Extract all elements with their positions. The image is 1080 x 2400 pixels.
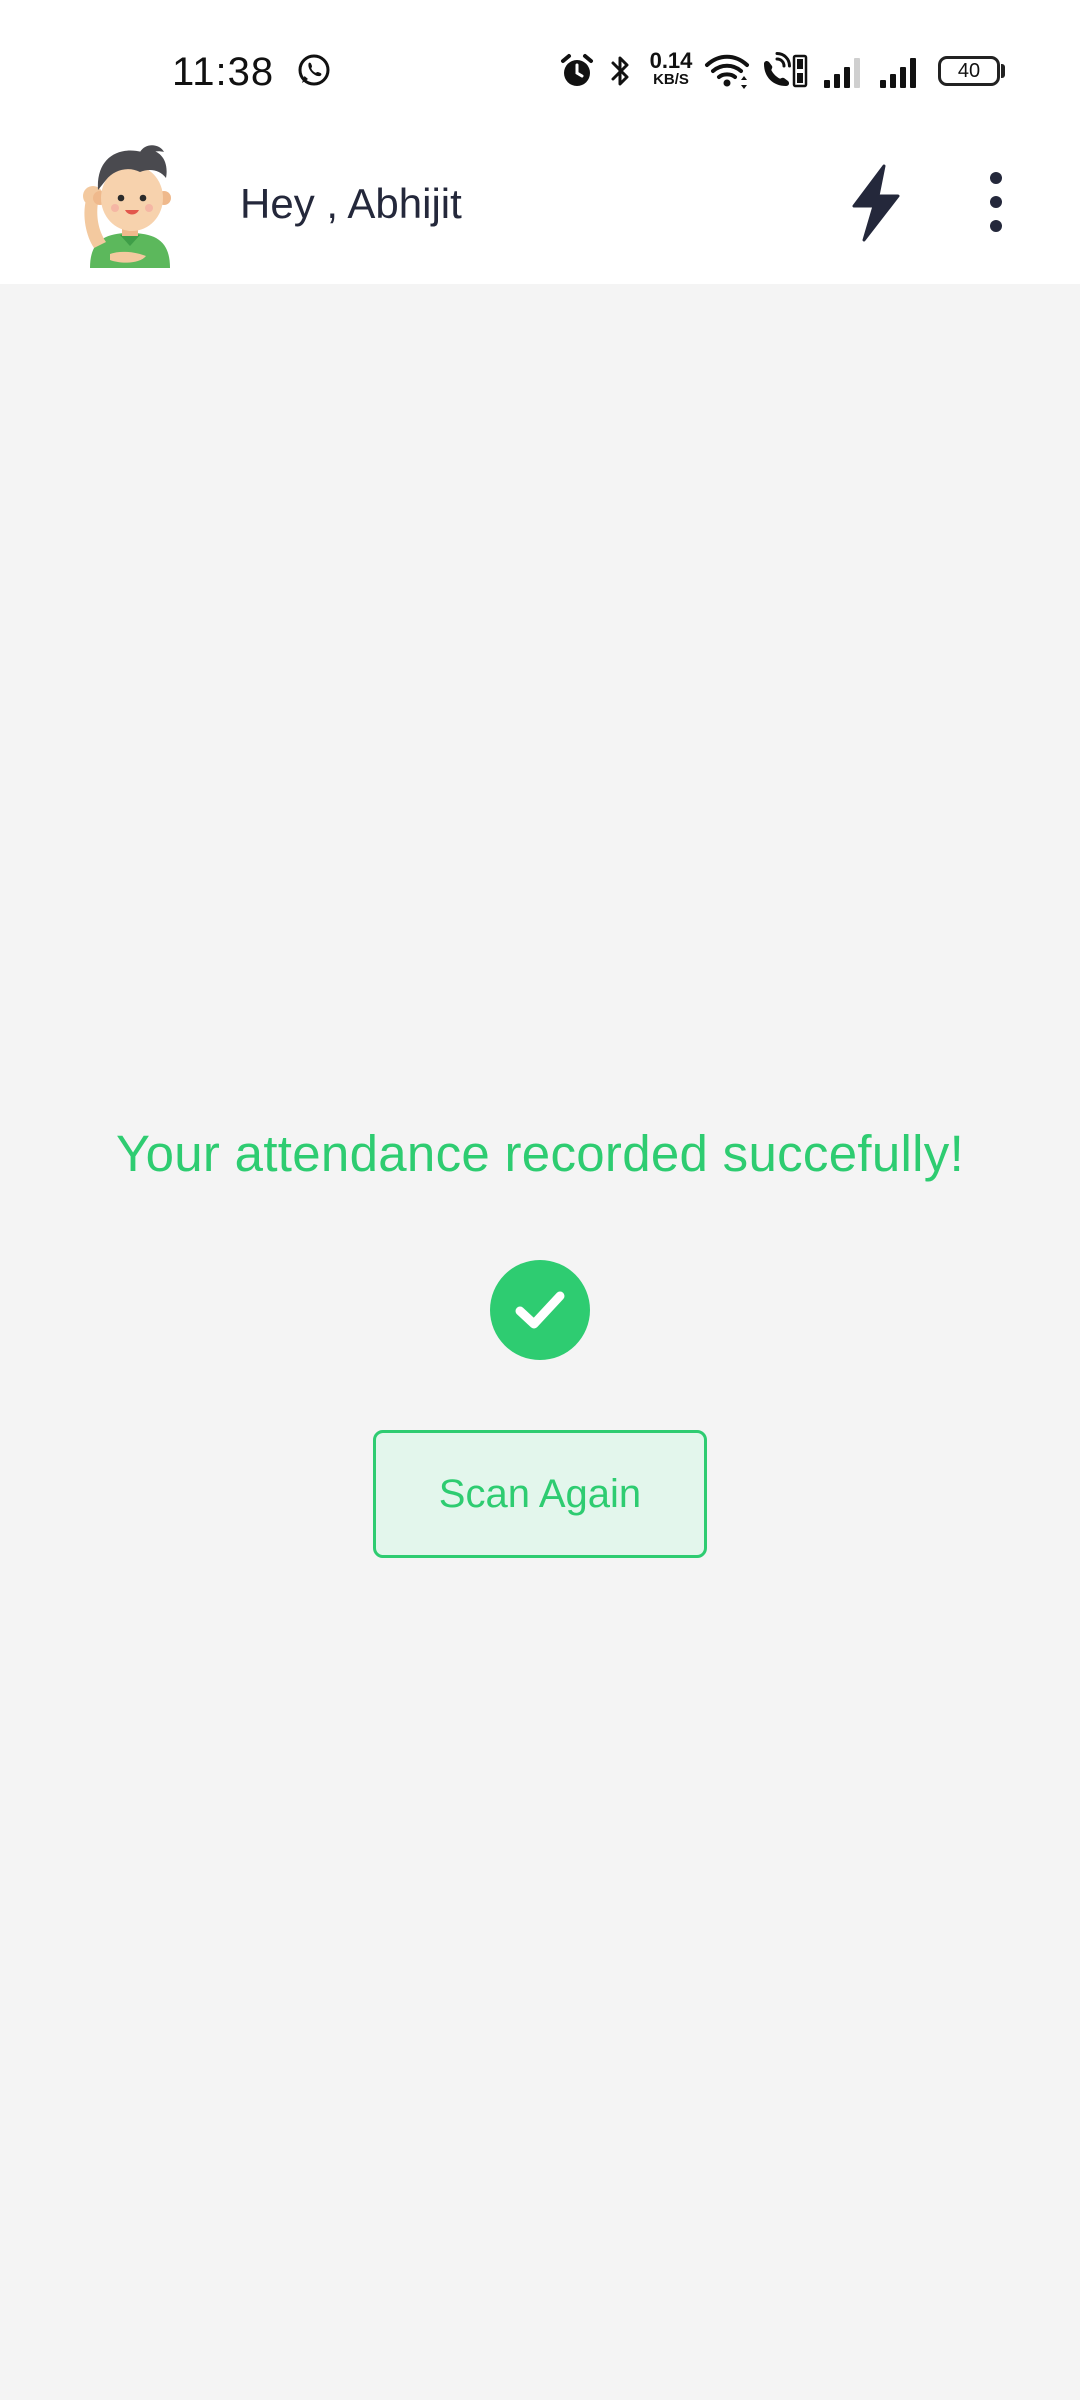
checkmark-icon xyxy=(515,1291,565,1329)
network-speed: 0.14 KB/S xyxy=(646,50,696,88)
battery-tip xyxy=(1001,64,1005,78)
status-bar: 11:38 0.14 KB/S 40 xyxy=(0,0,1080,130)
check-circle-icon xyxy=(490,1260,590,1360)
scan-again-button[interactable]: Scan Again xyxy=(373,1430,707,1558)
bluetooth-icon xyxy=(611,56,629,86)
network-speed-unit: KB/S xyxy=(653,71,689,88)
greeting-text: Hey , Abhijit xyxy=(240,180,462,227)
main-content: Your attendance recorded succefully! Sca… xyxy=(0,284,1080,2400)
network-speed-value: 0.14 xyxy=(649,48,693,73)
volte-call-icon xyxy=(764,52,808,88)
more-options-icon[interactable] xyxy=(976,166,1016,238)
whatsapp-icon xyxy=(298,54,330,86)
wifi-icon xyxy=(705,54,749,89)
signal-icon-sim1 xyxy=(824,58,860,88)
signal-icon-sim2 xyxy=(880,58,916,88)
app-header: Hey , Abhijit xyxy=(0,130,1080,284)
success-message: Your attendance recorded succefully! xyxy=(115,1125,965,1182)
battery-indicator: 40 xyxy=(938,56,1000,86)
avatar[interactable] xyxy=(80,138,180,268)
status-time: 11:38 xyxy=(172,50,275,94)
lightning-icon[interactable] xyxy=(844,160,908,246)
alarm-icon xyxy=(561,54,593,86)
